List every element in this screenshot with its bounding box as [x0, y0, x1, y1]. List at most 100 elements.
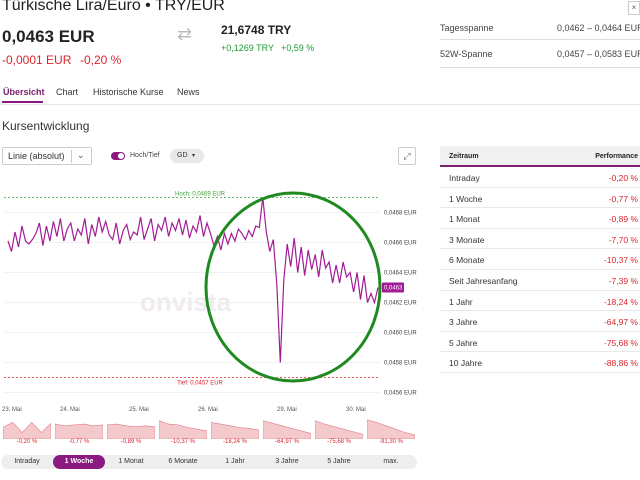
gd-dropdown[interactable]: GD ▾: [170, 149, 204, 163]
row-value: -7,70 %: [608, 234, 638, 245]
series-line: [7, 197, 379, 363]
mini-chart-value: -18,24 %: [222, 439, 247, 445]
select-separator: [71, 150, 72, 163]
tab-chart[interactable]: Chart: [56, 87, 78, 97]
row-label: 1 Jahr: [449, 296, 473, 307]
mini-chart-area: [107, 423, 155, 439]
period-1-monat[interactable]: 1 Monat: [105, 455, 157, 469]
mini-chart[interactable]: [3, 416, 51, 439]
day-range-label: Tagesspanne: [440, 23, 494, 33]
row-label: 5 Jahre: [449, 337, 478, 348]
active-tab-indicator: [2, 101, 43, 103]
x-tick-label: 24. Mai: [60, 407, 80, 413]
mini-chart-area: [211, 422, 259, 439]
chevron-down-icon: ⌄: [77, 150, 85, 160]
tabs-divider: [0, 104, 640, 105]
x-tick-label: 23. Mai: [2, 407, 22, 413]
performance-table: Zeitraum Performance Intraday -0,20 % 1 Wo…: [440, 146, 640, 373]
mini-chart[interactable]: [211, 416, 259, 439]
performance-rows: Intraday -0,20 % 1 Woche -0,77 % 1 Monat -0,8…: [440, 167, 640, 373]
row-value: -0,20 %: [608, 173, 638, 183]
row-label: Seit Jahresanfang: [449, 275, 518, 286]
mini-chart-area: [159, 420, 207, 439]
expand-icon[interactable]: ⤢: [398, 147, 416, 165]
price-chart[interactable]: Hoch: 0,0469 EUR Tief: 0,0457 EUR 0,0468…: [0, 175, 420, 415]
x-tick-label: 26. Mai: [198, 407, 218, 413]
mini-chart[interactable]: [367, 416, 415, 439]
mini-chart[interactable]: [55, 416, 103, 439]
row-label: 10 Jahre: [449, 358, 483, 369]
gd-label: GD: [177, 152, 188, 159]
row-value: -18,24 %: [603, 296, 638, 307]
period-intraday[interactable]: Intraday: [1, 455, 53, 469]
table-row: 3 Jahre -64,97 %: [440, 311, 640, 332]
table-row: 1 Woche -0,77 %: [440, 188, 640, 209]
mini-chart-value: -64,97 %: [274, 439, 299, 445]
range-divider: [440, 39, 640, 40]
x-tick-label: 30. Mai: [346, 407, 366, 413]
mini-chart-value: -0,77 %: [68, 439, 90, 445]
52w-range-value: 0,0457 – 0,0583 EUR: [557, 49, 640, 59]
table-row: 6 Monate -10,37 %: [440, 249, 640, 270]
table-row: 3 Monate -7,70 %: [440, 229, 640, 250]
table-row: 1 Jahr -18,24 %: [440, 291, 640, 312]
tab-historische-kurse[interactable]: Historische Kurse: [93, 87, 164, 97]
change-percent: -0,20 %: [80, 53, 122, 67]
mini-chart-value: -10,37 %: [170, 439, 195, 445]
period-5-jahre[interactable]: 5 Jahre: [313, 455, 365, 469]
mini-chart-area: [263, 420, 311, 439]
x-tick-label: 25. Mai: [129, 407, 149, 413]
y-tick-label: 0,0456 EUR: [384, 391, 417, 397]
section-title: Kursentwicklung: [2, 119, 90, 133]
mini-chart-area: [3, 421, 51, 439]
high-low-label: Hoch/Tief: [130, 152, 160, 159]
range-divider: [440, 67, 640, 68]
table-row: 10 Jahre -88,86 %: [440, 352, 640, 373]
row-value: -75,68 %: [603, 337, 638, 348]
high-low-toggle[interactable]: [111, 152, 125, 160]
period-6-monate[interactable]: 6 Monate: [157, 455, 209, 469]
chevron-down-icon: ▾: [192, 153, 196, 159]
x-axis: 23. Mai 24. Mai 25. Mai 26. Mai 29. Mai 30. M…: [2, 407, 366, 413]
period-max-[interactable]: max.: [365, 455, 417, 469]
mini-chart[interactable]: [107, 416, 155, 439]
mini-chart-value: -91,30 %: [378, 439, 403, 445]
performance-header: Zeitraum Performance: [440, 146, 640, 167]
low-label: Tief: 0,0457 EUR: [177, 381, 223, 387]
period-1-jahr[interactable]: 1 Jahr: [209, 455, 261, 469]
table-row: Seit Jahresanfang -7,39 %: [440, 270, 640, 291]
mini-chart[interactable]: [315, 416, 363, 439]
table-row: 5 Jahre -75,68 %: [440, 332, 640, 353]
mini-chart[interactable]: [263, 416, 311, 439]
tab-uebersicht[interactable]: Übersicht: [3, 87, 45, 97]
row-label: 1 Woche: [449, 193, 483, 204]
mini-chart-area: [367, 419, 415, 439]
period-1-woche[interactable]: 1 Woche: [53, 455, 105, 469]
close-button[interactable]: ×: [628, 1, 640, 15]
period-3-jahre[interactable]: 3 Jahre: [261, 455, 313, 469]
page-title: Türkische Lira/Euro • TRY/EUR: [2, 0, 225, 14]
mini-chart-area: [315, 420, 363, 439]
row-value: -0,89 %: [608, 214, 638, 225]
y-tick-label: 0,0460 EUR: [384, 331, 417, 337]
tab-news[interactable]: News: [177, 87, 200, 97]
swap-icon[interactable]: ⇄: [177, 24, 192, 45]
table-row: 1 Monat -0,89 %: [440, 208, 640, 229]
try-change-percent: +0,59 %: [281, 43, 315, 53]
high-label: Hoch: 0,0469 EUR: [175, 192, 226, 198]
mini-chart[interactable]: [159, 416, 207, 439]
y-axis: 0,0468 EUR 0,0466 EUR 0,0464 EUR 0,0462 EUR…: [384, 211, 417, 397]
row-label: 3 Monate: [449, 234, 485, 245]
price-try: 21,6748 TRY: [221, 23, 292, 37]
mini-chart-value: -0,89 %: [120, 439, 142, 445]
table-row: Intraday -0,20 %: [440, 167, 640, 188]
row-label: Intraday: [449, 173, 480, 183]
chart-type-select[interactable]: Linie (absolut) ⌄: [2, 147, 92, 165]
chart-grid: [4, 212, 380, 393]
y-tick-label: 0,0466 EUR: [384, 241, 417, 247]
price-eur: 0,0463 EUR: [2, 27, 95, 46]
change-absolute: -0,0001 EUR: [2, 53, 72, 67]
try-change-absolute: +0,1269 TRY: [221, 43, 274, 53]
row-value: -0,77 %: [608, 193, 638, 204]
y-tick-label: 0,0464 EUR: [384, 271, 417, 277]
